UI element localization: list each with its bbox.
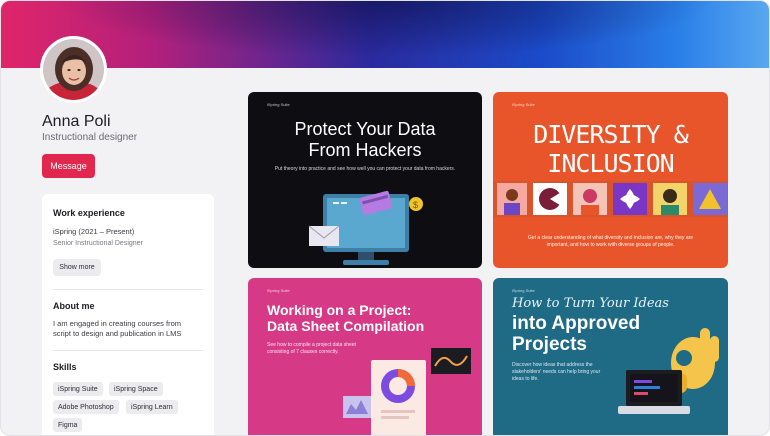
skills-title: Skills	[53, 362, 77, 372]
profile-name: Anna Poli	[42, 113, 111, 130]
avatar[interactable]	[40, 36, 107, 103]
data-sheet-illustration	[343, 348, 471, 435]
computer-illustration: $	[308, 190, 423, 265]
work-company: iSpring (2021 – Present)	[53, 227, 135, 236]
show-more-button[interactable]: Show more	[53, 259, 101, 276]
tile-title: DIVERSITY & INCLUSION	[493, 120, 728, 178]
tile-tag: iSpring Suite	[267, 102, 290, 107]
profile-info-card: Work experience iSpring (2021 – Present)…	[42, 194, 214, 435]
profile-page: Anna Poli Instructional designer Message…	[0, 0, 770, 436]
about-me-title: About me	[53, 301, 95, 311]
diversity-illustration-strip	[493, 181, 728, 217]
portfolio-tile-diversity[interactable]: iSpring Suite DIVERSITY & INCLUSION Get …	[493, 92, 728, 268]
tile-title-part: &	[673, 120, 689, 149]
tile-title: Working on a Project: Data Sheet Compila…	[267, 302, 467, 334]
tile-tag: iSpring Suite	[512, 102, 535, 107]
portfolio-tile-protect-data[interactable]: iSpring Suite Protect Your Data From Hac…	[248, 92, 482, 268]
divider	[53, 350, 203, 351]
tile-title-line: Working on a Project:	[267, 302, 412, 318]
work-experience-title: Work experience	[53, 208, 125, 218]
tile-subtitle: Get a clear understanding of what divers…	[527, 235, 694, 248]
message-button[interactable]: Message	[42, 154, 95, 178]
about-me-text: I am engaged in creating courses from sc…	[53, 319, 182, 338]
ok-hand-laptop-illustration	[618, 328, 719, 414]
profile-banner	[1, 1, 769, 68]
tile-tag: iSpring Suite	[512, 288, 535, 293]
tile-subtitle: Put theory into practice and see how wel…	[274, 166, 456, 172]
tile-title-line: From Hackers	[308, 140, 422, 160]
tile-title-line: Protect Your Data	[294, 119, 436, 139]
tile-title-part: INCLUSION	[547, 149, 674, 178]
portfolio-tile-project-data-sheet[interactable]: iSpring Suite Working on a Project: Data…	[248, 278, 482, 435]
svg-text:$: $	[413, 200, 418, 210]
work-position: Senior Instructional Designer	[53, 240, 143, 247]
skill-chip[interactable]: iSpring Suite	[53, 382, 103, 396]
skill-chip[interactable]: iSpring Learn	[126, 400, 178, 414]
skill-chip[interactable]: Figma	[53, 418, 83, 432]
tile-tag: iSpring Suite	[267, 288, 290, 293]
avatar-photo	[43, 39, 104, 100]
profile-role: Instructional designer	[42, 132, 138, 143]
tile-title: Protect Your Data From Hackers	[248, 119, 482, 161]
tile-title-part: DIVERSITY	[533, 120, 660, 149]
tile-script-title: How to Turn Your Ideas	[512, 296, 669, 311]
skill-chip[interactable]: iSpring Space	[109, 382, 163, 396]
tile-subtitle: Discover how ideas that address the stak…	[512, 362, 601, 382]
portfolio-tile-approved-projects[interactable]: iSpring Suite How to Turn Your Ideas int…	[493, 278, 728, 435]
divider	[53, 289, 203, 290]
skill-chip[interactable]: Adobe Photoshop	[53, 400, 119, 414]
tile-title-line: Data Sheet Compilation	[267, 318, 425, 334]
